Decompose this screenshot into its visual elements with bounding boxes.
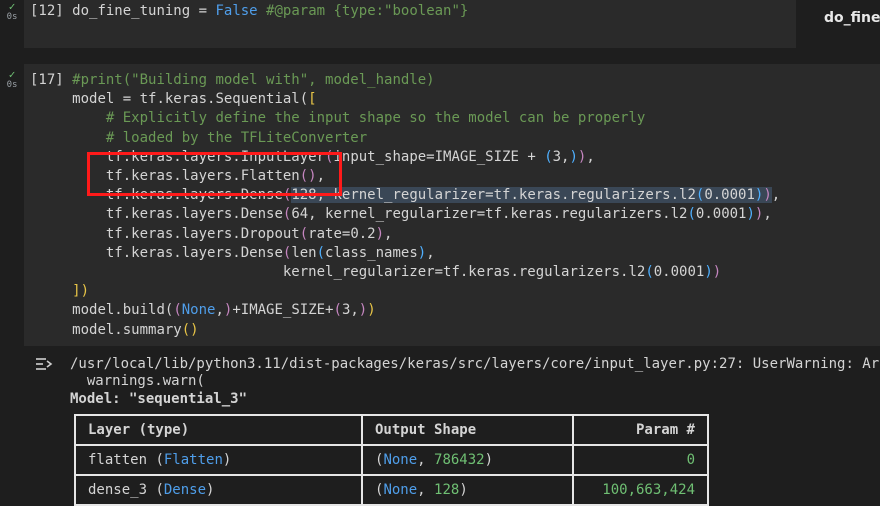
header-shape: Output Shape — [361, 414, 574, 446]
form-field-title: do_fine_tuning — [796, 0, 880, 48]
highlight-box — [87, 152, 342, 196]
checkmark-icon: ✓ — [8, 0, 16, 13]
table-row: dense_3 (Dense) (None, 128) 100,663,424 — [74, 474, 709, 506]
output-toggle-icon[interactable] — [34, 354, 56, 374]
table-header-row: Layer (type) Output Shape Param # — [74, 414, 709, 446]
cell-status-12: ✓ 0s — [0, 0, 24, 22]
table-row: flatten (Flatten) (None, 786432) 0 — [74, 444, 709, 476]
cell-status-17: ✓ 0s — [0, 68, 24, 90]
execution-count: [17] — [30, 72, 64, 88]
header-layer: Layer (type) — [74, 414, 363, 446]
warning-text: /usr/local/lib/python3.11/dist-packages/… — [70, 356, 880, 372]
cell-12-code[interactable]: [12] do_fine_tuning = False #@param {typ… — [30, 2, 468, 21]
warning-call: warnings.warn( — [70, 373, 205, 389]
execution-count: [12] — [30, 3, 64, 19]
model-name: Model: "sequential_3" — [70, 391, 248, 407]
cell-17-code[interactable]: [17] #print("Building model with", model… — [30, 71, 780, 340]
header-params: Param # — [572, 414, 709, 446]
checkmark-icon: ✓ — [8, 68, 16, 81]
model-summary-table: Layer (type) Output Shape Param # flatte… — [74, 414, 709, 506]
